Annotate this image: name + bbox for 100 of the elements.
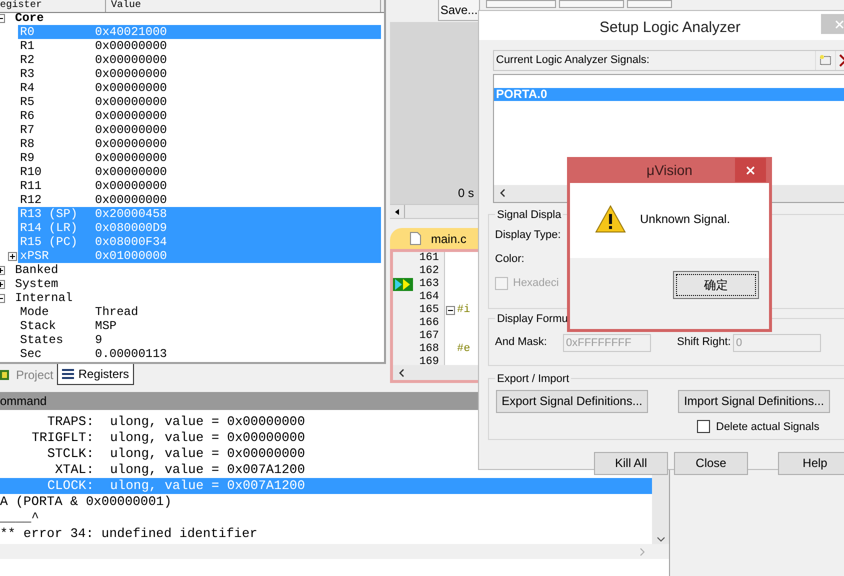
- register-value: 0x00000000: [95, 52, 168, 69]
- register-row[interactable]: States 9: [18, 333, 381, 347]
- dialog-button[interactable]: Help: [778, 452, 844, 474]
- register-value: 0x20000458: [95, 206, 168, 223]
- export-button[interactable]: Export Signal Definitions...: [496, 390, 648, 412]
- register-name: Sec: [20, 346, 43, 363]
- register-name: R1: [20, 38, 36, 55]
- line-number: 169: [418, 356, 439, 365]
- column-header[interactable]: Value: [106, 0, 381, 12]
- new-item-icon: [819, 54, 832, 66]
- register-name: R15 (PC): [20, 234, 79, 251]
- column-header[interactable]: egister: [0, 0, 106, 12]
- window-title: ommand: [0, 393, 47, 410]
- command-line: STCLK: ulong, value = 0x00000000: [46, 446, 306, 462]
- project-icon: [0, 370, 12, 380]
- register-name: R3: [20, 66, 36, 83]
- signals-label: Current Logic Analyzer Signals:: [495, 52, 650, 68]
- register-row[interactable]: R1 0x00000000: [18, 39, 381, 53]
- save-button[interactable]: Save...: [438, 0, 480, 21]
- scrollbar[interactable]: [393, 365, 480, 380]
- scroll-left-icon[interactable]: [399, 368, 404, 376]
- message-box-title: μVision: [646, 160, 694, 180]
- register-value: 0x08000F34: [95, 234, 168, 251]
- register-value: Thread: [95, 304, 138, 321]
- scroll-left-icon[interactable]: [500, 189, 505, 197]
- close-button[interactable]: [735, 158, 766, 182]
- register-value: 0x080000D9: [95, 220, 168, 237]
- dialog-title: Setup Logic Analyzer: [598, 18, 742, 38]
- register-row[interactable]: R12 0x00000000: [18, 193, 381, 207]
- register-row[interactable]: Stack MSP: [18, 319, 381, 333]
- register-row[interactable]: R8 0x00000000: [18, 137, 381, 151]
- expand-icon[interactable]: [8, 252, 17, 260]
- register-name: xPSR: [20, 248, 50, 264]
- register-row[interactable]: Mode Thread: [18, 305, 381, 319]
- field-label: And Mask:: [495, 335, 548, 350]
- register-row[interactable]: R6 0x00000000: [18, 109, 381, 123]
- register-row[interactable]: Sec 0.00000113: [18, 347, 381, 361]
- command-line: TRAPS: ulong, value = 0x00000000: [46, 414, 306, 430]
- register-value: 0x40021000: [95, 24, 168, 41]
- register-name: Mode: [20, 304, 50, 320]
- register-name: R4: [20, 80, 36, 97]
- register-row[interactable]: R9 0x00000000: [18, 151, 381, 165]
- register-value: 0x00000000: [95, 66, 168, 83]
- register-name: R0: [20, 24, 36, 41]
- line-number: 161: [418, 252, 439, 265]
- command-line: ** error 34: undefined identifier: [0, 526, 258, 542]
- list-icon: [62, 369, 74, 379]
- import-button[interactable]: Import Signal Definitions...: [678, 390, 830, 412]
- register-value: 0x00000000: [95, 80, 168, 97]
- register-row[interactable]: R10 0x00000000: [18, 165, 381, 179]
- line-number: 166: [418, 317, 439, 330]
- code-text: #i: [457, 304, 470, 317]
- scrollbar[interactable]: [0, 544, 669, 559]
- file-icon: [410, 232, 421, 245]
- register-name: R9: [20, 150, 36, 167]
- checkbox-label: Hexadeci: [513, 276, 559, 292]
- command-line: TRIGFLT: ulong, value = 0x00000000: [30, 430, 306, 446]
- register-row[interactable]: R5 0x00000000: [18, 95, 381, 109]
- register-value: 0x00000000: [95, 38, 168, 55]
- line-number: 162: [418, 265, 439, 278]
- ok-button[interactable]: 确定: [673, 271, 759, 299]
- register-value: MSP: [95, 318, 117, 335]
- register-name: Stack: [20, 318, 58, 335]
- line-number: 164: [418, 291, 439, 304]
- register-name: R13 (SP): [20, 206, 79, 222]
- line-number: 167: [418, 330, 439, 343]
- register-name: R8: [20, 136, 36, 153]
- editor-tab[interactable]: main.c: [390, 228, 480, 249]
- close-icon: [834, 20, 844, 28]
- scrollbar[interactable]: [390, 204, 480, 219]
- register-name: R11: [20, 178, 43, 195]
- register-value: 0x00000000: [95, 150, 168, 167]
- register-name: R5: [20, 94, 36, 111]
- checkbox-label: Delete actual Signals: [716, 420, 820, 434]
- register-value: 0.00000113: [95, 346, 168, 363]
- field-label: Display Type:: [495, 228, 561, 244]
- dialog-button[interactable]: Kill All: [594, 452, 668, 474]
- dialog-button[interactable]: Close: [674, 452, 748, 474]
- register-name: R7: [20, 122, 36, 139]
- panel-tab[interactable]: Registers: [57, 364, 134, 385]
- command-line: XTAL: ulong, value = 0x007A1200: [54, 462, 306, 478]
- scroll-down-icon[interactable]: [656, 537, 664, 542]
- message-text: Unknown Signal.: [640, 210, 730, 228]
- register-row[interactable]: R7 0x00000000: [18, 123, 381, 137]
- register-name: R10: [20, 164, 43, 181]
- register-value: 0x00000000: [95, 164, 168, 181]
- register-row[interactable]: R11 0x00000000: [18, 179, 381, 193]
- field-label: Shift Right:: [677, 335, 732, 350]
- register-group[interactable]: Core: [15, 9, 44, 27]
- checkbox[interactable]: [697, 420, 710, 434]
- fold-icon[interactable]: [446, 306, 455, 315]
- line-number: 165: [418, 304, 439, 317]
- register-value: 0x01000000: [95, 248, 168, 265]
- register-row[interactable]: R2 0x00000000: [18, 53, 381, 67]
- register-value: 0x00000000: [95, 94, 168, 111]
- register-row[interactable]: R4 0x00000000: [18, 81, 381, 95]
- register-name: States: [20, 332, 64, 349]
- scroll-left-icon[interactable]: [395, 208, 399, 214]
- register-row[interactable]: R3 0x00000000: [18, 67, 381, 81]
- register-value: 0x00000000: [95, 108, 168, 125]
